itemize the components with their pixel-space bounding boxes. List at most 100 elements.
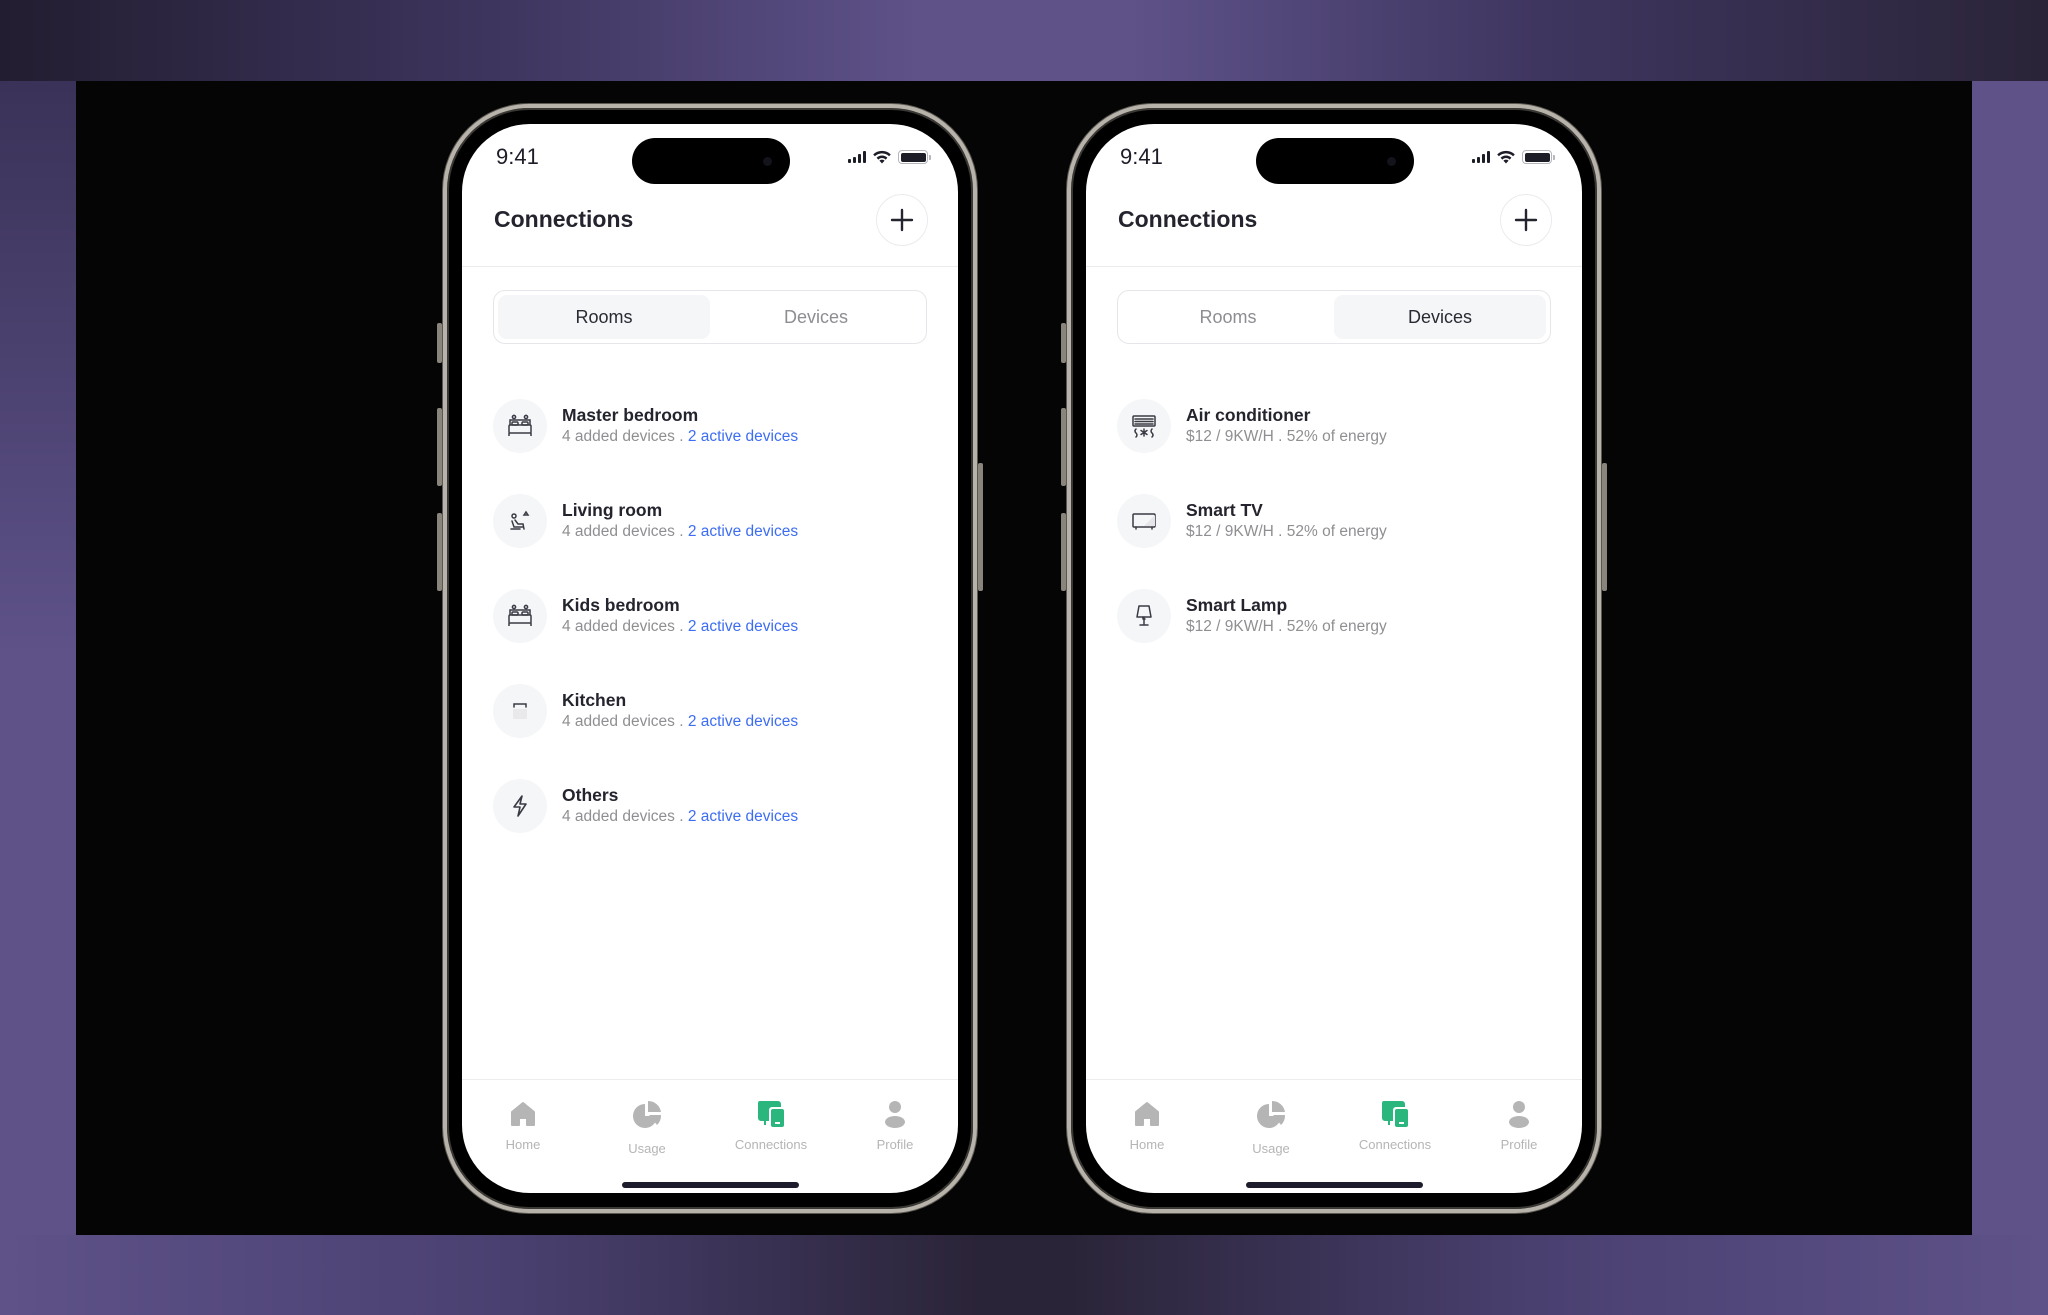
list-item-air-conditioner[interactable]: Air conditioner $12 / 9KW/H . 52% of ene… xyxy=(1117,378,1557,473)
tab-bar: Home Usage Connections Profile xyxy=(462,1099,958,1156)
screen: 9:41 Connections Rooms Devices xyxy=(462,124,958,1193)
wifi-icon xyxy=(873,150,891,164)
user-icon xyxy=(1509,1101,1529,1128)
active-devices-link[interactable]: 2 active devices xyxy=(688,428,798,445)
toaster-icon xyxy=(493,683,547,738)
page-title: Connections xyxy=(1118,206,1258,232)
active-devices-link[interactable]: 2 active devices xyxy=(688,618,798,635)
home-icon xyxy=(511,1102,535,1126)
air-conditioner-icon xyxy=(1117,398,1171,453)
rooms-list: Master bedroom 4 added devices . 2 activ… xyxy=(493,378,933,853)
added-devices-text: 4 added devices . xyxy=(562,617,688,635)
item-title: Living room xyxy=(562,499,663,520)
tab-profile[interactable]: Profile xyxy=(860,1099,930,1156)
dynamic-island xyxy=(632,138,790,184)
added-devices-text: 4 added devices . xyxy=(562,522,688,540)
lightning-icon xyxy=(493,778,547,833)
camera-icon xyxy=(1387,157,1396,166)
bed-icon xyxy=(493,588,547,643)
tab-home[interactable]: Home xyxy=(1112,1099,1182,1156)
background-right xyxy=(1972,81,2048,1235)
active-devices-link[interactable]: 2 active devices xyxy=(688,713,798,730)
tab-label: Profile xyxy=(876,1137,914,1152)
tabbar-divider xyxy=(1086,1079,1582,1080)
item-subtitle: $12 / 9KW/H . 52% of energy xyxy=(1186,617,1387,635)
background-bottom xyxy=(0,1235,2048,1315)
item-title: Air conditioner xyxy=(1186,404,1311,425)
power-button xyxy=(978,463,983,591)
list-item-smart-tv[interactable]: Smart TV $12 / 9KW/H . 52% of energy xyxy=(1117,473,1557,568)
action-button xyxy=(1061,323,1066,363)
background-left xyxy=(0,81,76,1235)
add-connection-button[interactable] xyxy=(1500,194,1552,246)
active-devices-link[interactable]: 2 active devices xyxy=(688,523,798,540)
showcase-panel xyxy=(76,81,1972,1235)
tab-label: Connections xyxy=(734,1137,808,1152)
volume-down-button xyxy=(1061,513,1066,591)
tabbar-divider xyxy=(462,1079,958,1080)
tab-rooms[interactable]: Rooms xyxy=(498,295,710,339)
devices-icon xyxy=(1382,1101,1408,1127)
pie-chart-icon xyxy=(1257,1100,1286,1128)
plus-icon xyxy=(890,208,914,232)
list-item-living-room[interactable]: Living room 4 added devices . 2 active d… xyxy=(493,473,933,568)
item-subtitle: 4 added devices . 2 active devices xyxy=(562,426,798,448)
sofa-person-icon xyxy=(493,493,547,548)
tab-devices[interactable]: Devices xyxy=(710,295,922,339)
tab-connections[interactable]: Connections xyxy=(1358,1099,1432,1156)
item-subtitle: 4 added devices . 2 active devices xyxy=(562,521,798,543)
tab-connections[interactable]: Connections xyxy=(734,1099,808,1156)
tab-label: Profile xyxy=(1500,1137,1538,1152)
dynamic-island xyxy=(1256,138,1414,184)
added-devices-text: 4 added devices . xyxy=(562,807,688,825)
item-subtitle: $12 / 9KW/H . 52% of energy xyxy=(1186,427,1387,445)
user-icon xyxy=(885,1101,905,1128)
added-devices-text: 4 added devices . xyxy=(562,427,688,445)
tab-rooms[interactable]: Rooms xyxy=(1122,295,1334,339)
tab-profile[interactable]: Profile xyxy=(1484,1099,1554,1156)
list-item-kids-bedroom[interactable]: Kids bedroom 4 added devices . 2 active … xyxy=(493,568,933,663)
list-item-others[interactable]: Others 4 added devices . 2 active device… xyxy=(493,758,933,853)
list-item-smart-lamp[interactable]: Smart Lamp $12 / 9KW/H . 52% of energy xyxy=(1117,568,1557,663)
header-divider xyxy=(1086,266,1582,267)
screen: 9:41 Connections Rooms Devices xyxy=(1086,124,1582,1193)
tab-label: Connections xyxy=(1358,1137,1432,1152)
tab-devices[interactable]: Devices xyxy=(1334,295,1546,339)
active-devices-link[interactable]: 2 active devices xyxy=(688,808,798,825)
status-icons xyxy=(848,150,931,164)
tab-bar: Home Usage Connections Profile xyxy=(1086,1099,1582,1156)
item-title: Kids bedroom xyxy=(562,594,680,615)
tab-home[interactable]: Home xyxy=(488,1099,558,1156)
item-subtitle: 4 added devices . 2 active devices xyxy=(562,616,798,638)
pie-chart-icon xyxy=(633,1100,662,1128)
tab-usage[interactable]: Usage xyxy=(1236,1099,1306,1156)
lamp-icon xyxy=(1117,588,1171,643)
background-top xyxy=(0,0,2048,81)
add-connection-button[interactable] xyxy=(876,194,928,246)
added-devices-text: 4 added devices . xyxy=(562,712,688,730)
list-item-master-bedroom[interactable]: Master bedroom 4 added devices . 2 activ… xyxy=(493,378,933,473)
tv-icon xyxy=(1117,493,1171,548)
volume-down-button xyxy=(437,513,442,591)
home-indicator[interactable] xyxy=(622,1182,799,1188)
signal-icon xyxy=(848,151,866,163)
battery-icon xyxy=(1522,150,1555,164)
tab-usage[interactable]: Usage xyxy=(612,1099,682,1156)
list-item-kitchen[interactable]: Kitchen 4 added devices . 2 active devic… xyxy=(493,663,933,758)
item-title: Master bedroom xyxy=(562,404,699,425)
status-icons xyxy=(1472,150,1555,164)
devices-list: Air conditioner $12 / 9KW/H . 52% of ene… xyxy=(1117,378,1557,663)
volume-up-button xyxy=(1061,408,1066,486)
page-title: Connections xyxy=(494,206,634,232)
signal-icon xyxy=(1472,151,1490,163)
home-indicator[interactable] xyxy=(1246,1182,1423,1188)
wifi-icon xyxy=(1497,150,1515,164)
battery-icon xyxy=(898,150,931,164)
tab-label: Home xyxy=(505,1137,541,1152)
item-title: Smart TV xyxy=(1186,499,1263,520)
item-title: Kitchen xyxy=(562,689,627,710)
header-divider xyxy=(462,266,958,267)
phone-devices: 9:41 Connections Rooms Devices Air condi… xyxy=(1061,104,1607,1213)
volume-up-button xyxy=(437,408,442,486)
tab-label: Usage xyxy=(1252,1141,1290,1156)
